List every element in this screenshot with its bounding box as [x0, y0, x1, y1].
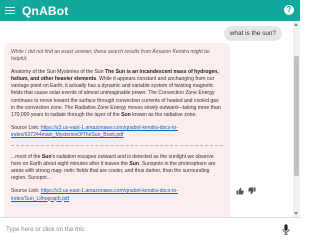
scrollbar-thumb[interactable] — [294, 56, 299, 176]
chat-scrollbar[interactable] — [293, 21, 300, 217]
result-divider — [11, 145, 223, 147]
feedback-buttons — [236, 187, 256, 195]
result-2-text: ...most of the Sun's radiation escapes o… — [11, 154, 216, 182]
result-2-source: Source Link: https://s3.us-east-1.amazon… — [11, 188, 179, 202]
menu-icon[interactable] — [4, 5, 16, 17]
thumbs-up-icon[interactable] — [236, 187, 244, 195]
microphone-icon[interactable] — [282, 224, 290, 235]
result-1-source: Source Link: https://s3.us-east-1.amazon… — [11, 124, 179, 138]
bot-intro: While I did not find an exact answer, th… — [11, 49, 210, 63]
app-header: QnABot ? — [0, 0, 300, 21]
result-1-text: Anatomy of the Sun Mysteries of the Sun … — [11, 69, 221, 118]
scroll-up-arrow-icon[interactable] — [294, 23, 298, 26]
scroll-down-arrow-icon[interactable] — [294, 212, 298, 215]
chat-area: what is the sun? While I did not find an… — [0, 21, 292, 217]
bot-response: While I did not find an exact answer, th… — [4, 43, 230, 217]
thumbs-down-icon[interactable] — [248, 187, 256, 195]
message-input[interactable] — [6, 224, 276, 235]
app-title: QnABot — [22, 3, 69, 18]
help-icon[interactable]: ? — [284, 5, 294, 15]
user-message: what is the sun? — [223, 26, 282, 41]
message-input-bar — [0, 217, 300, 240]
